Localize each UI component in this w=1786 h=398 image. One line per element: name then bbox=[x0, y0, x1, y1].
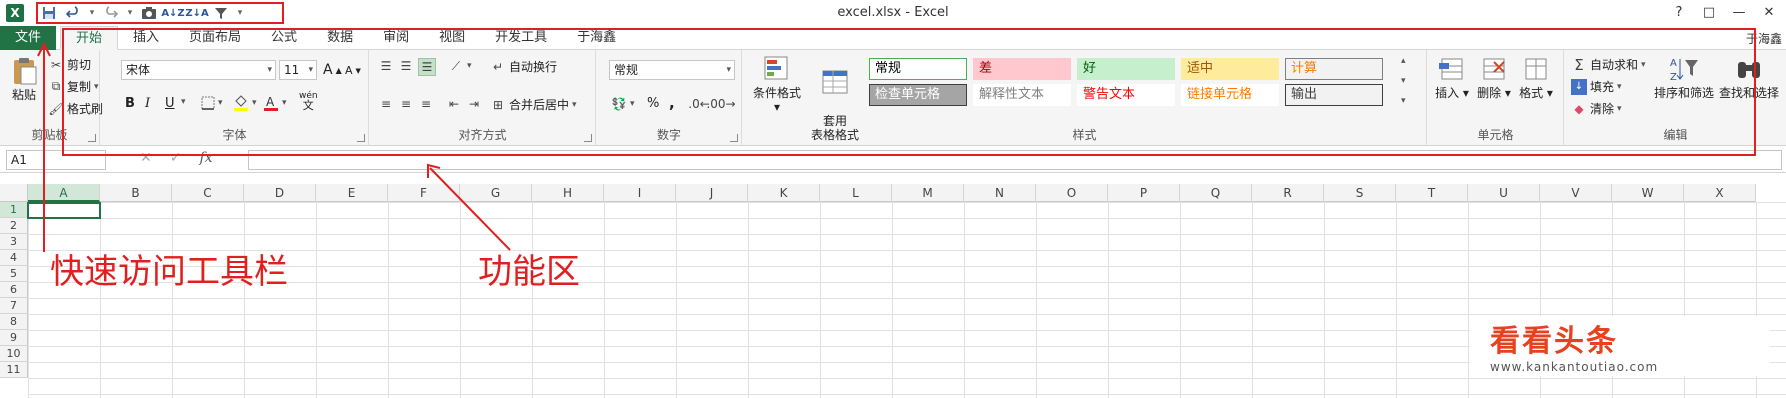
watermark-title: 看看头条 bbox=[1490, 324, 1618, 359]
site-watermark: 看看头条 www.kankantoutiao.com bbox=[1470, 316, 1770, 376]
row-header[interactable]: 10 bbox=[0, 346, 28, 362]
column-header[interactable]: M bbox=[892, 184, 964, 202]
column-header[interactable]: B bbox=[100, 184, 172, 202]
restore-icon[interactable]: □ bbox=[1698, 3, 1720, 21]
column-header[interactable]: A bbox=[28, 184, 100, 202]
row-header[interactable]: 7 bbox=[0, 298, 28, 314]
qat-annotation-label: 快速访问工具栏 bbox=[50, 252, 288, 292]
column-header[interactable]: Q bbox=[1180, 184, 1252, 202]
column-header[interactable]: J bbox=[676, 184, 748, 202]
minimize-icon[interactable]: — bbox=[1728, 3, 1750, 21]
column-header[interactable]: P bbox=[1108, 184, 1180, 202]
row-header[interactable]: 11 bbox=[0, 362, 28, 378]
column-header[interactable]: K bbox=[748, 184, 820, 202]
column-header[interactable]: T bbox=[1396, 184, 1468, 202]
column-header[interactable]: F bbox=[388, 184, 460, 202]
column-header[interactable]: L bbox=[820, 184, 892, 202]
paste-button[interactable]: 粘贴 bbox=[6, 56, 42, 102]
column-header[interactable]: W bbox=[1612, 184, 1684, 202]
column-header[interactable]: C bbox=[172, 184, 244, 202]
help-icon[interactable]: ? bbox=[1668, 3, 1690, 21]
column-header[interactable]: D bbox=[244, 184, 316, 202]
close-icon[interactable]: ✕ bbox=[1758, 3, 1780, 21]
row-header[interactable]: 9 bbox=[0, 330, 28, 346]
row-header[interactable]: 6 bbox=[0, 282, 28, 298]
watermark-url: www.kankantoutiao.com bbox=[1490, 360, 1659, 374]
paste-icon bbox=[14, 58, 37, 85]
column-header[interactable]: S bbox=[1324, 184, 1396, 202]
row-header[interactable]: 1 bbox=[0, 202, 28, 218]
row-header[interactable]: 2 bbox=[0, 218, 28, 234]
paste-label: 粘贴 bbox=[11, 88, 36, 102]
column-header[interactable]: H bbox=[532, 184, 604, 202]
row-header[interactable]: 3 bbox=[0, 234, 28, 250]
column-header[interactable]: I bbox=[604, 184, 676, 202]
window-controls: ? □ — ✕ bbox=[1668, 3, 1780, 21]
column-header[interactable]: U bbox=[1468, 184, 1540, 202]
column-header[interactable]: E bbox=[316, 184, 388, 202]
column-header[interactable]: N bbox=[964, 184, 1036, 202]
ribbon-highlight-box bbox=[62, 28, 1756, 156]
row-header[interactable]: 5 bbox=[0, 266, 28, 282]
qat-highlight-box bbox=[36, 2, 284, 24]
row-header[interactable]: 8 bbox=[0, 314, 28, 330]
ribbon-annotation-label: 功能区 bbox=[478, 252, 580, 292]
tab-file[interactable]: 文件 bbox=[0, 26, 56, 50]
column-header[interactable]: O bbox=[1036, 184, 1108, 202]
column-header[interactable]: X bbox=[1684, 184, 1756, 202]
column-header[interactable]: R bbox=[1252, 184, 1324, 202]
column-header[interactable]: G bbox=[460, 184, 532, 202]
active-cell-a1[interactable] bbox=[27, 202, 101, 219]
select-all-corner[interactable] bbox=[0, 184, 28, 202]
column-header[interactable]: V bbox=[1540, 184, 1612, 202]
row-header[interactable]: 4 bbox=[0, 250, 28, 266]
